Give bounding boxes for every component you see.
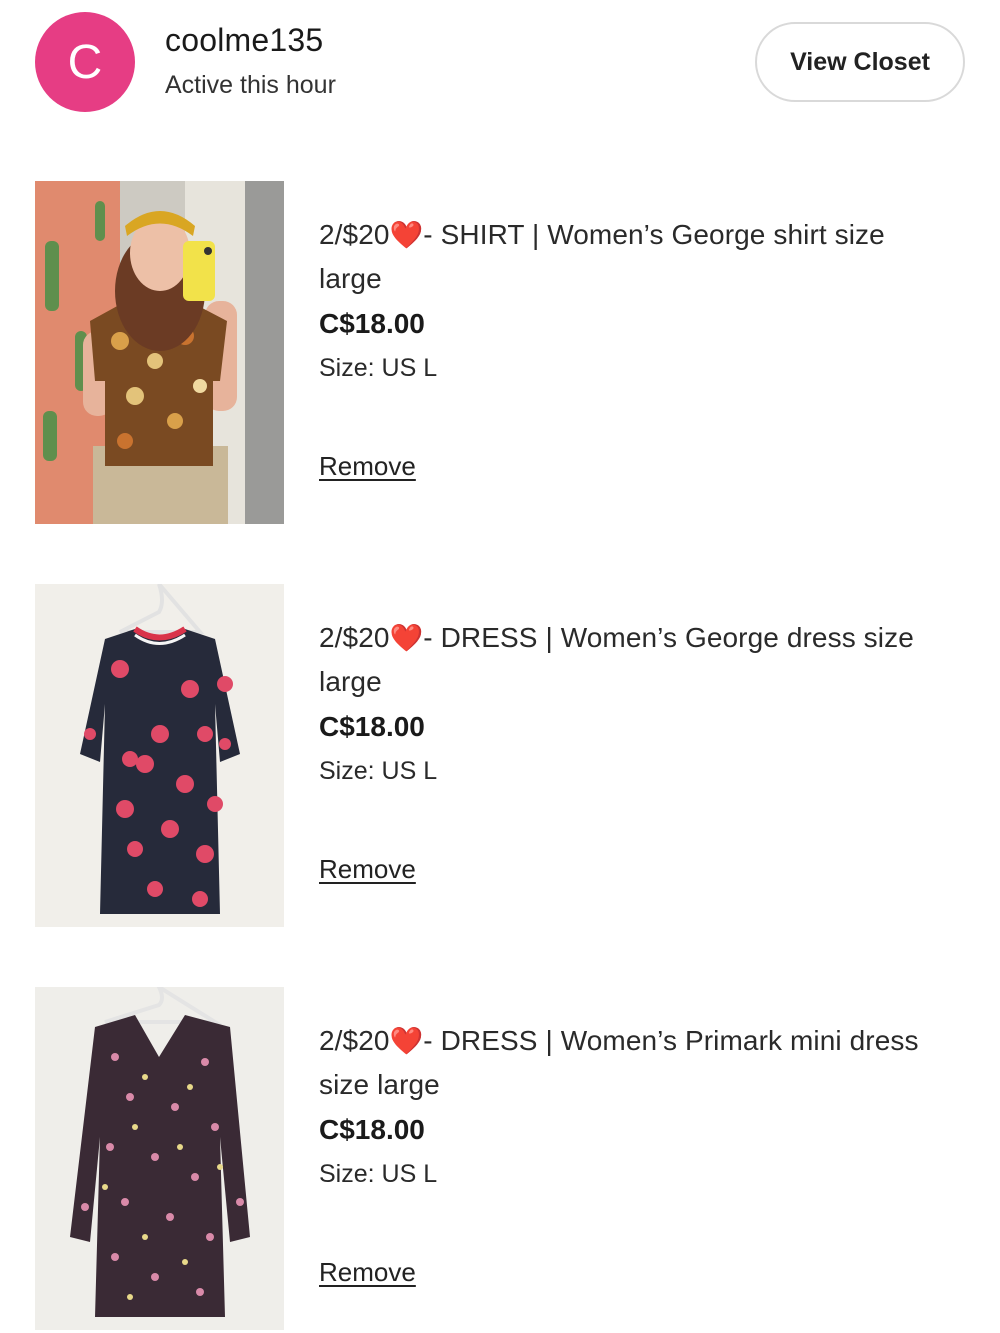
dress-photo-image [35, 584, 284, 927]
heart-icon: ❤️ [389, 220, 424, 250]
listing-info: 2/$20❤️- DRESS | Women’s Primark mini dr… [319, 1019, 919, 1192]
listing-price: C$18.00 [319, 308, 425, 339]
bundle-deal-text: 2/$20 [319, 1025, 390, 1056]
remove-link[interactable]: Remove [319, 854, 416, 885]
seller-username[interactable]: coolme135 [165, 22, 323, 59]
listing-size: Size: US L [319, 354, 438, 382]
listing-price: C$18.00 [319, 1114, 425, 1145]
listing-item: 2/$20❤️- DRESS | Women’s Primark mini dr… [0, 987, 1000, 1332]
listing-title[interactable]: 2/$20❤️- SHIRT | Women’s George shirt si… [319, 213, 919, 300]
heart-icon: ❤️ [389, 623, 424, 653]
listing-price: C$18.00 [319, 711, 425, 742]
closet-bundle-page: C coolme135 Active this hour View Closet [0, 0, 1000, 1333]
view-closet-button[interactable]: View Closet [755, 22, 965, 102]
heart-icon: ❤️ [389, 1026, 424, 1056]
listing-item: 2/$20❤️- DRESS | Women’s George dress si… [0, 584, 1000, 929]
bundle-deal-text: 2/$20 [319, 622, 390, 653]
listing-photo-mini-dress[interactable] [35, 987, 284, 1330]
listing-info: 2/$20❤️- SHIRT | Women’s George shirt si… [319, 213, 919, 386]
listing-info: 2/$20❤️- DRESS | Women’s George dress si… [319, 616, 919, 789]
seller-activity-status: Active this hour [165, 71, 336, 99]
shirt-photo-image [35, 181, 284, 524]
listing-size: Size: US L [319, 1160, 438, 1188]
listing-item: 2/$20❤️- SHIRT | Women’s George shirt si… [0, 181, 1000, 526]
listing-title[interactable]: 2/$20❤️- DRESS | Women’s Primark mini dr… [319, 1019, 919, 1106]
bundle-deal-text: 2/$20 [319, 219, 390, 250]
mini-dress-photo-image [35, 987, 284, 1330]
seller-avatar[interactable]: C [35, 12, 135, 112]
listing-photo-dress[interactable] [35, 584, 284, 927]
listing-size: Size: US L [319, 757, 438, 785]
seller-header: C coolme135 Active this hour View Closet [0, 0, 1000, 125]
remove-link[interactable]: Remove [319, 1257, 416, 1288]
listing-title[interactable]: 2/$20❤️- DRESS | Women’s George dress si… [319, 616, 919, 703]
listing-photo-shirt[interactable] [35, 181, 284, 524]
remove-link[interactable]: Remove [319, 451, 416, 482]
